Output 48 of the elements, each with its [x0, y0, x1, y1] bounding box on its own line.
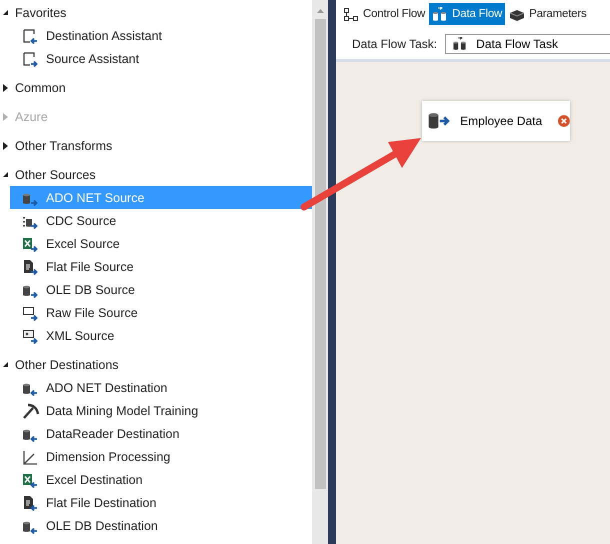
- collapse-triangle-icon[interactable]: [2, 171, 9, 178]
- designer-tab[interactable]: Parameters: [506, 3, 590, 25]
- toolbox-item[interactable]: Source Assistant: [10, 47, 312, 70]
- file-arrow-icon: [22, 258, 40, 274]
- window-arrow-icon: [22, 328, 40, 344]
- designer-tab[interactable]: Control Flow: [340, 3, 428, 25]
- scrollbar[interactable]: [312, 0, 328, 544]
- group-header[interactable]: Other Sources: [0, 163, 312, 186]
- window-arrow-icon: [22, 304, 40, 320]
- source-component[interactable]: Employee Data: [422, 101, 570, 141]
- component-label: Employee Data: [460, 114, 542, 128]
- expand-triangle-icon[interactable]: [3, 84, 8, 92]
- toolbox-item[interactable]: Data Mining Model Training: [10, 399, 312, 422]
- spreadsheet-arrow-icon: [22, 236, 40, 252]
- toolbox-item[interactable]: XML Source: [10, 324, 312, 347]
- collapse-triangle-icon[interactable]: [2, 9, 9, 16]
- toolbox-item[interactable]: Excel Source: [10, 232, 312, 255]
- error-icon: [558, 113, 570, 129]
- collapse-triangle-icon[interactable]: [2, 361, 9, 368]
- group-header[interactable]: Favorites: [0, 1, 312, 24]
- expand-triangle-icon[interactable]: [3, 142, 8, 150]
- toolbox-item[interactable]: Excel Destination: [10, 468, 312, 491]
- toolbox-item[interactable]: Dimension Processing: [10, 445, 312, 468]
- flow-blocks-icon: [343, 6, 359, 22]
- cylinders-icon: [432, 6, 448, 22]
- toolbox-item[interactable]: Raw File Source: [10, 301, 312, 324]
- toolbox-item[interactable]: ADO NET Destination: [10, 376, 312, 399]
- axes-icon: [22, 448, 40, 464]
- scrollbar-thumb[interactable]: [314, 19, 326, 489]
- toolbox-item[interactable]: OLE DB Destination: [10, 514, 312, 537]
- designer-tab[interactable]: Data Flow: [429, 3, 506, 25]
- toolbox-item[interactable]: DataReader Destination: [10, 422, 312, 445]
- window-arrow-icon: [22, 50, 40, 66]
- cylinders-icon: [452, 36, 468, 50]
- group-header[interactable]: Other Destinations: [0, 353, 312, 376]
- toolbox-item[interactable]: Flat File Destination: [10, 491, 312, 514]
- toolbox-item[interactable]: Flat File Source: [10, 255, 312, 278]
- pickaxe-icon: [22, 402, 40, 418]
- file-arrow-icon: [22, 494, 40, 510]
- toolbox-item[interactable]: OLE DB Source: [10, 278, 312, 301]
- toolbox-item[interactable]: Destination Assistant: [10, 24, 312, 47]
- group-header[interactable]: Other Transforms: [0, 134, 312, 157]
- group-header[interactable]: Common: [0, 76, 312, 99]
- toolbox-item[interactable]: CDC Source: [10, 209, 312, 232]
- task-dropdown[interactable]: Data Flow Task: [445, 34, 610, 54]
- spreadsheet-arrow-icon: [22, 472, 40, 488]
- task-label: Data Flow Task:: [352, 36, 438, 50]
- window-arrow-icon: [22, 28, 40, 44]
